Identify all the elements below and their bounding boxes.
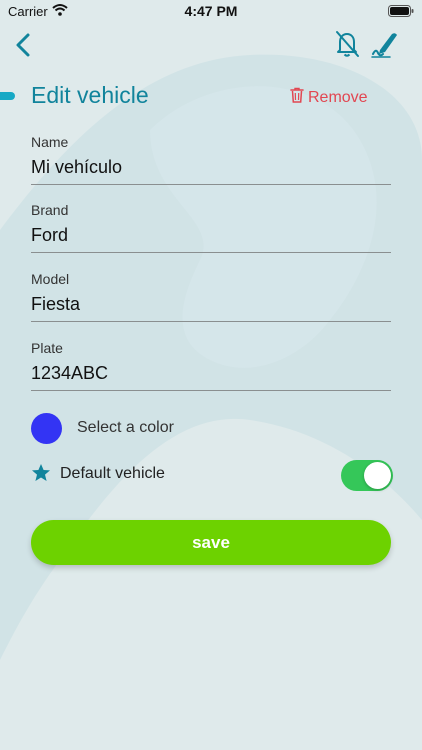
color-swatch[interactable] [31,412,62,444]
brand-input[interactable] [31,220,391,253]
remove-label: Remove [308,88,368,106]
chevron-left-icon[interactable] [8,28,38,62]
plate-field: Plate [31,340,391,391]
color-picker[interactable]: Select a color [31,412,174,444]
title-accent-bar [0,92,15,100]
plate-input[interactable] [31,358,391,391]
default-vehicle-toggle[interactable] [341,460,393,491]
save-button[interactable]: save [31,520,391,565]
model-label: Model [31,271,70,287]
color-label: Select a color [77,419,174,436]
model-input[interactable] [31,289,391,322]
bell-off-icon[interactable] [332,28,362,60]
name-label: Name [31,134,69,150]
plate-label: Plate [31,340,63,356]
trash-icon [290,87,304,108]
nav-bar [0,26,422,66]
page-title: Edit vehicle [31,82,149,108]
brand-label: Brand [31,202,69,218]
toggle-knob [364,462,391,489]
status-time: 4:47 PM [184,3,238,19]
default-vehicle-row: Default vehicle [31,460,393,491]
brand-field: Brand [31,202,391,253]
model-field: Model [31,271,391,322]
default-vehicle-label: Default vehicle [60,465,165,482]
remove-button[interactable]: Remove [290,87,368,108]
battery-icon [388,5,414,20]
status-bar: Carrier 4:47 PM [0,0,422,22]
signature-icon[interactable] [370,28,402,60]
star-icon [31,463,51,488]
name-input[interactable] [31,152,391,185]
name-field: Name [31,134,391,185]
